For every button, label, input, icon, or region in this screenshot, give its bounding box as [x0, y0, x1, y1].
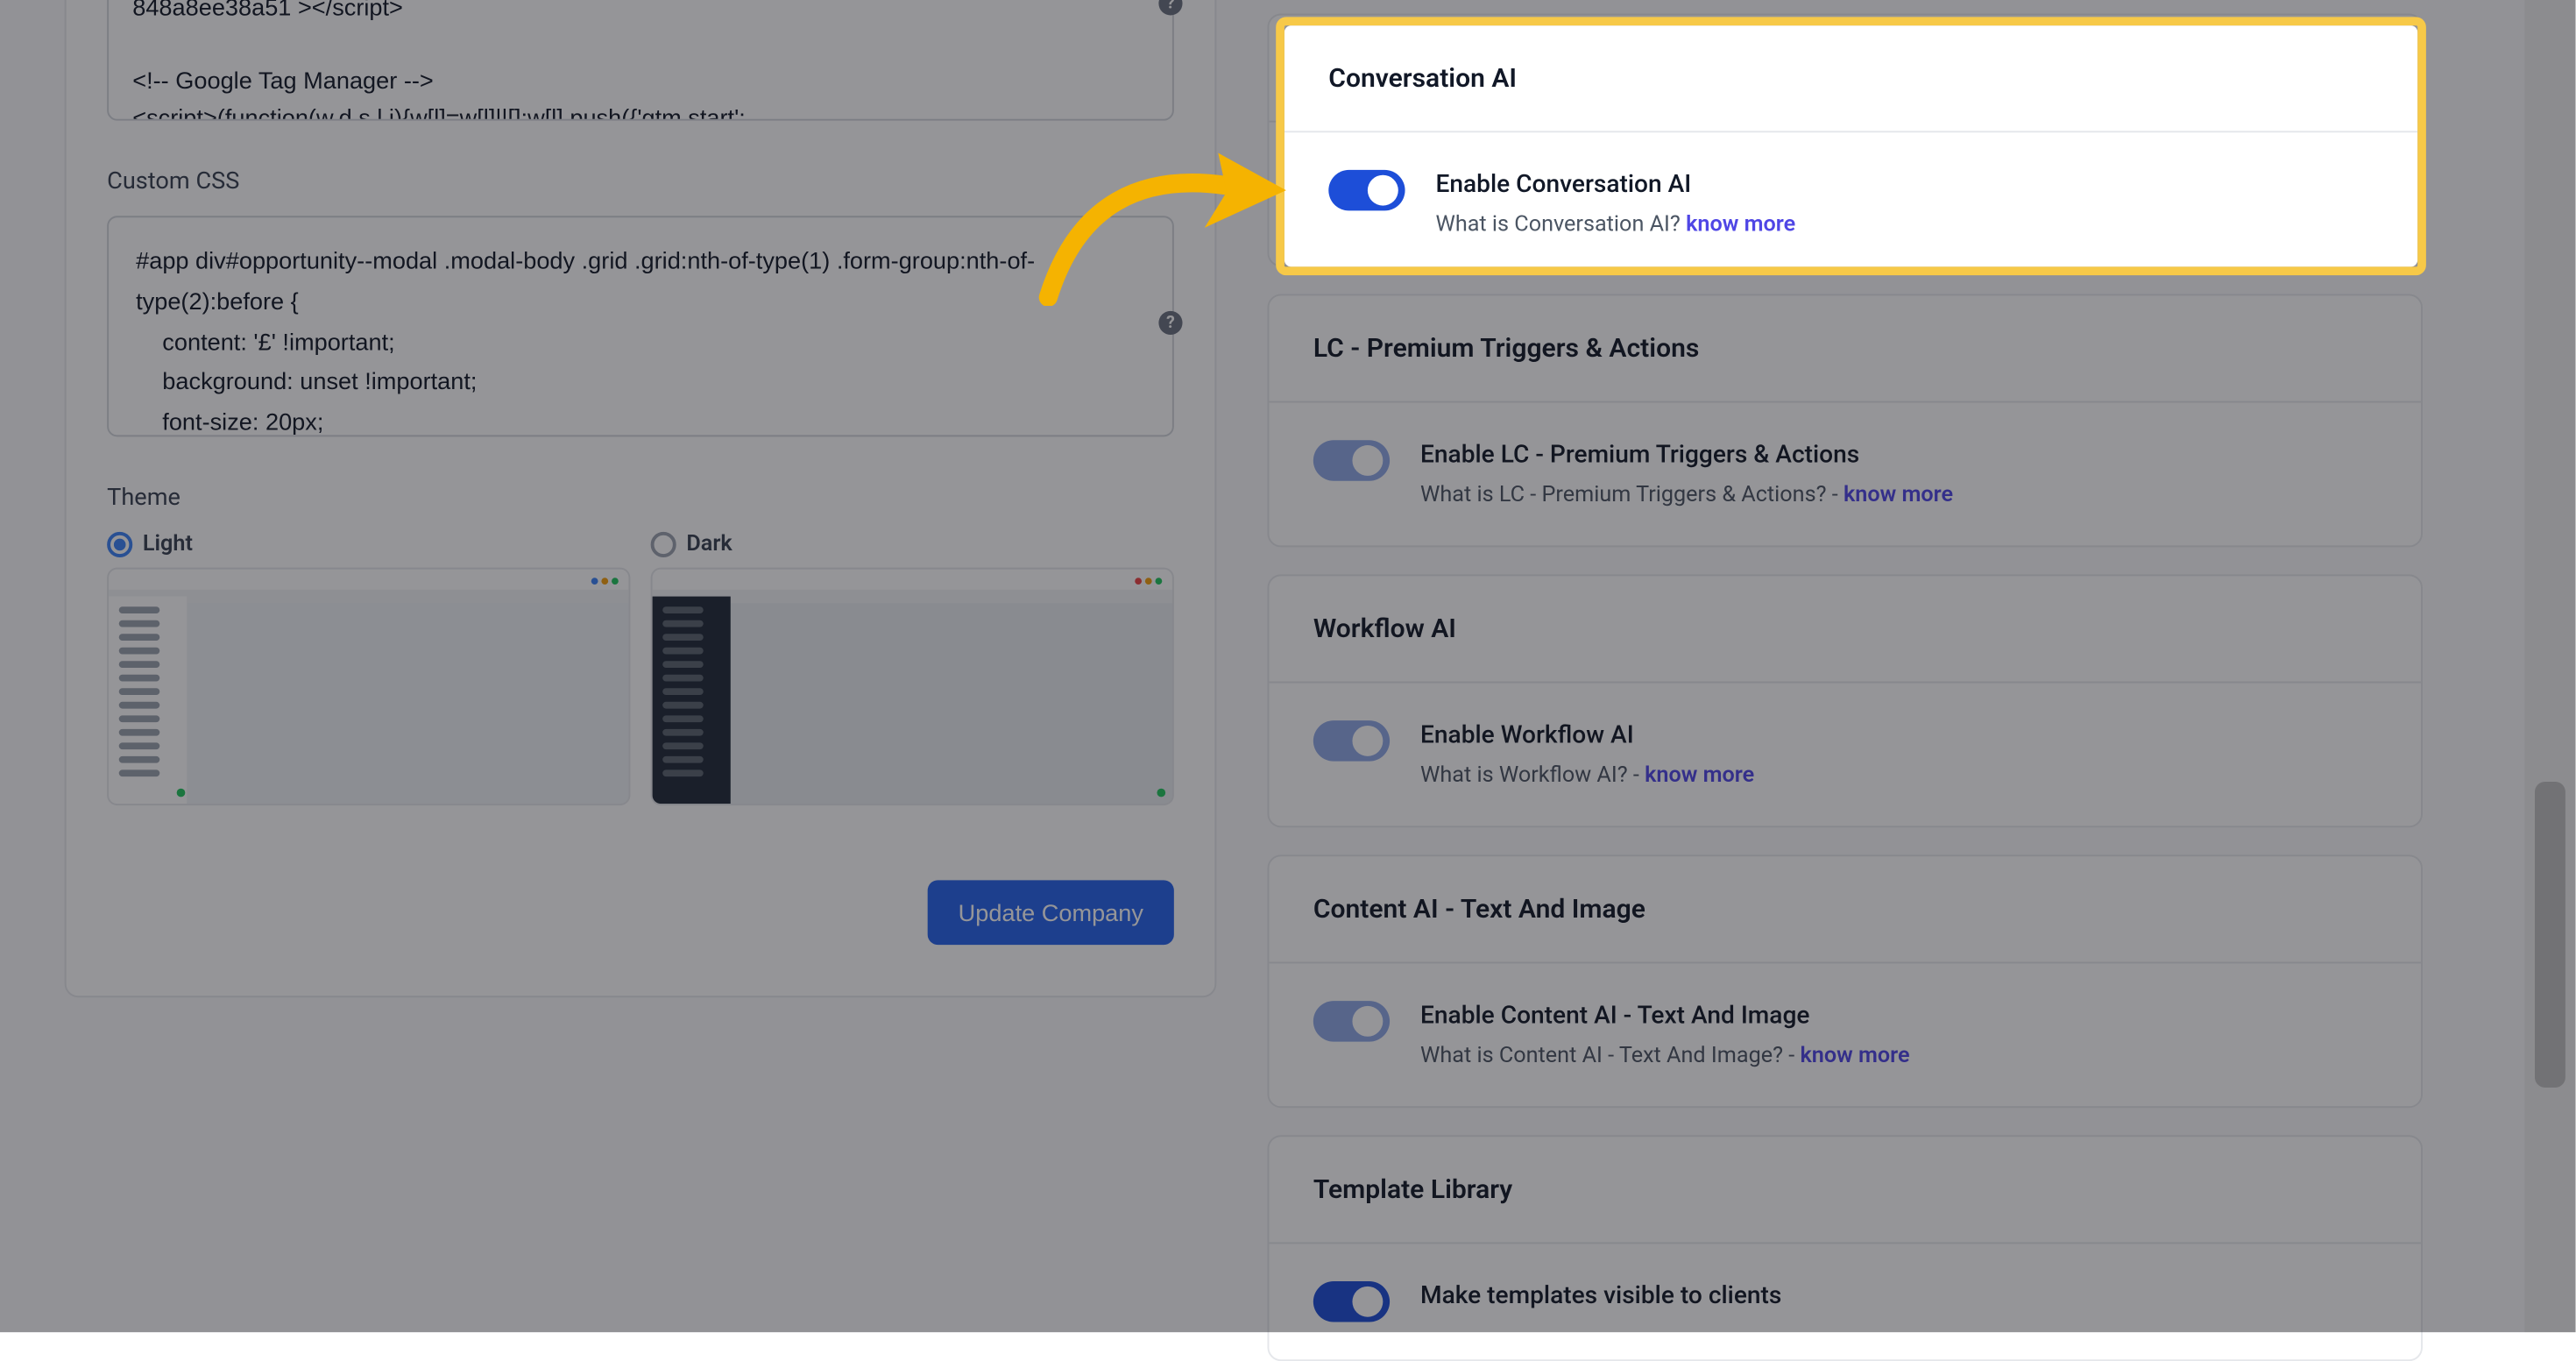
toggle-title: Enable Conversation AI: [1435, 170, 1795, 199]
theme-light-label: Light: [143, 532, 193, 557]
toggle-subtitle: What is Workflow AI? - know more: [1420, 763, 1754, 789]
panel-header: Workflow AI: [1269, 576, 2421, 683]
know-more-link[interactable]: know more: [1800, 1044, 1909, 1069]
theme-light-preview[interactable]: [107, 568, 630, 805]
toggle-conversation-ai[interactable]: [1328, 170, 1405, 211]
toggle-workflow-ai[interactable]: [1313, 720, 1390, 762]
panel-premium-triggers: LC - Premium Triggers & Actions Enable L…: [1267, 294, 2423, 547]
panel-content-ai: Content AI - Text And Image Enable Conte…: [1267, 854, 2423, 1108]
toggle-content-ai[interactable]: [1313, 1001, 1390, 1042]
custom-css-label: Custom CSS: [107, 168, 1174, 195]
highlight-panel-conversation-ai: Conversation AI Enable Conversation AI W…: [1284, 25, 2417, 266]
toggle-title: Enable Workflow AI: [1420, 720, 1754, 749]
toggle-subtitle: What is LC - Premium Triggers & Actions?…: [1420, 483, 1953, 508]
panel-template-library: Template Library Make templates visible …: [1267, 1135, 2423, 1361]
panel-header: Content AI - Text And Image: [1269, 856, 2421, 963]
update-company-button[interactable]: Update Company: [928, 880, 1174, 945]
know-more-link[interactable]: know more: [1645, 763, 1754, 789]
company-settings-card: ? Custom CSS ? Theme Light: [65, 0, 1217, 997]
theme-dark-label: Dark: [686, 532, 732, 557]
know-more-link[interactable]: know more: [1844, 483, 1953, 508]
panel-workflow-ai: Workflow AI Enable Workflow AI What is W…: [1267, 574, 2423, 827]
toggle-title: Enable Content AI - Text And Image: [1420, 1001, 1910, 1030]
theme-label: Theme: [107, 485, 1174, 512]
head-tracking-code-textarea[interactable]: [107, 0, 1174, 121]
theme-dark-radio[interactable]: [651, 532, 676, 557]
help-icon[interactable]: ?: [1158, 311, 1182, 335]
toggle-subtitle: What is Content AI - Text And Image? - k…: [1420, 1044, 1910, 1069]
panel-header: Template Library: [1269, 1137, 2421, 1244]
know-more-link[interactable]: know more: [1686, 212, 1795, 237]
toggle-template-library[interactable]: [1313, 1281, 1390, 1322]
scrollbar-thumb[interactable]: [2535, 782, 2565, 1088]
toggle-subtitle: What is Conversation AI? know more: [1435, 212, 1795, 237]
toggle-title: Make templates visible to clients: [1420, 1281, 1781, 1310]
vertical-scrollbar[interactable]: [2524, 0, 2575, 1332]
toggle-premium-triggers[interactable]: [1313, 440, 1390, 481]
panel-header: Conversation AI: [1284, 25, 2417, 132]
theme-light-radio[interactable]: [107, 532, 132, 557]
custom-css-textarea[interactable]: [107, 216, 1174, 436]
panel-header: LC - Premium Triggers & Actions: [1269, 295, 2421, 402]
theme-dark-preview[interactable]: [651, 568, 1174, 805]
toggle-title: Enable LC - Premium Triggers & Actions: [1420, 440, 1953, 469]
